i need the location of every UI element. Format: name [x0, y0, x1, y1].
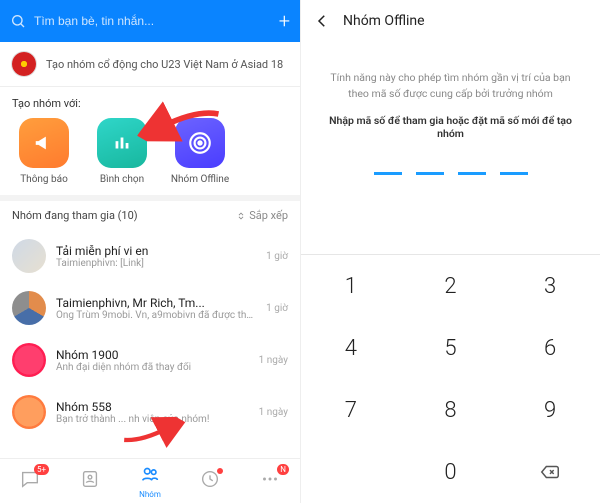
badge: 5+: [34, 464, 49, 475]
poll-icon: [111, 132, 133, 154]
time-label: 1 ngày: [259, 355, 288, 366]
page-title: Nhóm Offline: [343, 13, 425, 29]
pin-slot: [374, 172, 402, 175]
group-row[interactable]: Nhóm 1900 Ảnh đại diện nhóm đã thay đổi …: [0, 334, 300, 386]
megaphone-icon: [33, 132, 55, 154]
group-list: Tải miễn phí vi en Taimienphivn: [Link] …: [0, 230, 300, 438]
groups-count: Nhóm đang tham gia (10): [12, 209, 138, 222]
key-0[interactable]: 0: [401, 441, 501, 503]
search-bar: +: [0, 0, 300, 42]
key-6[interactable]: 6: [500, 317, 600, 379]
group-title: Tải miễn phí vi en: [56, 244, 256, 258]
tile-label: Thông báo: [20, 174, 68, 185]
notification-dot: [217, 468, 223, 474]
group-subtitle: Ảnh đại diện nhóm đã thay đổi: [56, 362, 249, 373]
group-subtitle: Bạn trở thành ... nh viên của nhóm!: [56, 414, 249, 425]
time-label: 1 giờ: [266, 251, 288, 262]
group-subtitle: Taimienphivn: [Link]: [56, 258, 256, 269]
offline-body: Tính năng này cho phép tìm nhóm gần vị t…: [301, 42, 600, 254]
nav-chat[interactable]: 5+: [19, 468, 41, 494]
key-5[interactable]: 5: [401, 317, 501, 379]
key-1[interactable]: 1: [301, 255, 401, 317]
key-7[interactable]: 7: [301, 379, 401, 441]
nav-label: Nhóm: [139, 490, 161, 499]
key-blank: [301, 441, 401, 503]
key-9[interactable]: 9: [500, 379, 600, 441]
avatar: [12, 395, 46, 429]
group-icon: [139, 463, 161, 485]
tile-label: Nhóm Offline: [171, 174, 229, 185]
nav-more[interactable]: N: [259, 468, 281, 494]
avatar: [12, 291, 46, 325]
group-row[interactable]: Tải miễn phí vi en Taimienphivn: [Link] …: [0, 230, 300, 282]
description-text: Tính năng này cho phép tìm nhóm gần vị t…: [323, 70, 578, 102]
sort-button[interactable]: Sắp xếp: [236, 209, 288, 222]
badge: N: [277, 464, 289, 475]
offline-header: Nhóm Offline: [301, 0, 600, 42]
pin-slot: [458, 172, 486, 175]
tile-offline[interactable]: Nhóm Offline: [170, 118, 230, 185]
tile-label: Bình chọn: [100, 174, 144, 185]
backspace-icon: [539, 461, 561, 483]
create-tiles: Thông báo Bình chọn Nhóm Offline: [0, 116, 300, 195]
tile-announce[interactable]: Thông báo: [14, 118, 74, 185]
banner-text: Tạo nhóm cổ động cho U23 Việt Nam ở Asia…: [46, 58, 283, 71]
flag-icon: [12, 52, 36, 76]
nav-contacts[interactable]: [79, 468, 101, 494]
key-2[interactable]: 2: [401, 255, 501, 317]
search-icon: [10, 13, 26, 29]
contact-icon: [79, 468, 101, 490]
tile-poll[interactable]: Bình chọn: [92, 118, 152, 185]
group-subtitle: Ông Trùm 9mobi. Vn, a9mobivn đã được thê…: [56, 310, 256, 321]
time-label: 1 giờ: [266, 303, 288, 314]
search-input[interactable]: [32, 13, 273, 29]
promo-banner[interactable]: Tạo nhóm cổ động cho U23 Việt Nam ở Asia…: [0, 42, 300, 87]
key-backspace[interactable]: [500, 441, 600, 503]
group-title: Taimienphivn, Mr Rich, Tm...: [56, 296, 256, 310]
key-3[interactable]: 3: [500, 255, 600, 317]
nav-timeline[interactable]: [199, 468, 221, 494]
radar-icon: [187, 130, 213, 156]
group-title: Nhóm 558: [56, 400, 249, 414]
keypad: 123 456 7890: [301, 254, 600, 503]
avatar: [12, 239, 46, 273]
bottom-nav: 5+ Nhóm N: [0, 458, 300, 503]
time-label: 1 ngày: [259, 407, 288, 418]
sort-icon: [236, 211, 246, 221]
groups-header: Nhóm đang tham gia (10) Sắp xếp: [0, 201, 300, 230]
compose-icon[interactable]: +: [279, 9, 290, 33]
nav-groups[interactable]: Nhóm: [139, 463, 161, 499]
pin-slots: [374, 172, 528, 175]
key-8[interactable]: 8: [401, 379, 501, 441]
group-row[interactable]: Taimienphivn, Mr Rich, Tm... Ông Trùm 9m…: [0, 282, 300, 334]
instruction-text: Nhập mã số để tham gia hoặc đặt mã số mớ…: [323, 114, 578, 140]
avatar: [12, 343, 46, 377]
group-title: Nhóm 1900: [56, 348, 249, 362]
back-icon[interactable]: [313, 12, 331, 30]
group-row[interactable]: Nhóm 558 Bạn trở thành ... nh viên của n…: [0, 386, 300, 438]
key-4[interactable]: 4: [301, 317, 401, 379]
create-section-title: Tạo nhóm với:: [0, 87, 300, 116]
sort-label: Sắp xếp: [249, 209, 288, 222]
pin-slot: [500, 172, 528, 175]
pin-slot: [416, 172, 444, 175]
